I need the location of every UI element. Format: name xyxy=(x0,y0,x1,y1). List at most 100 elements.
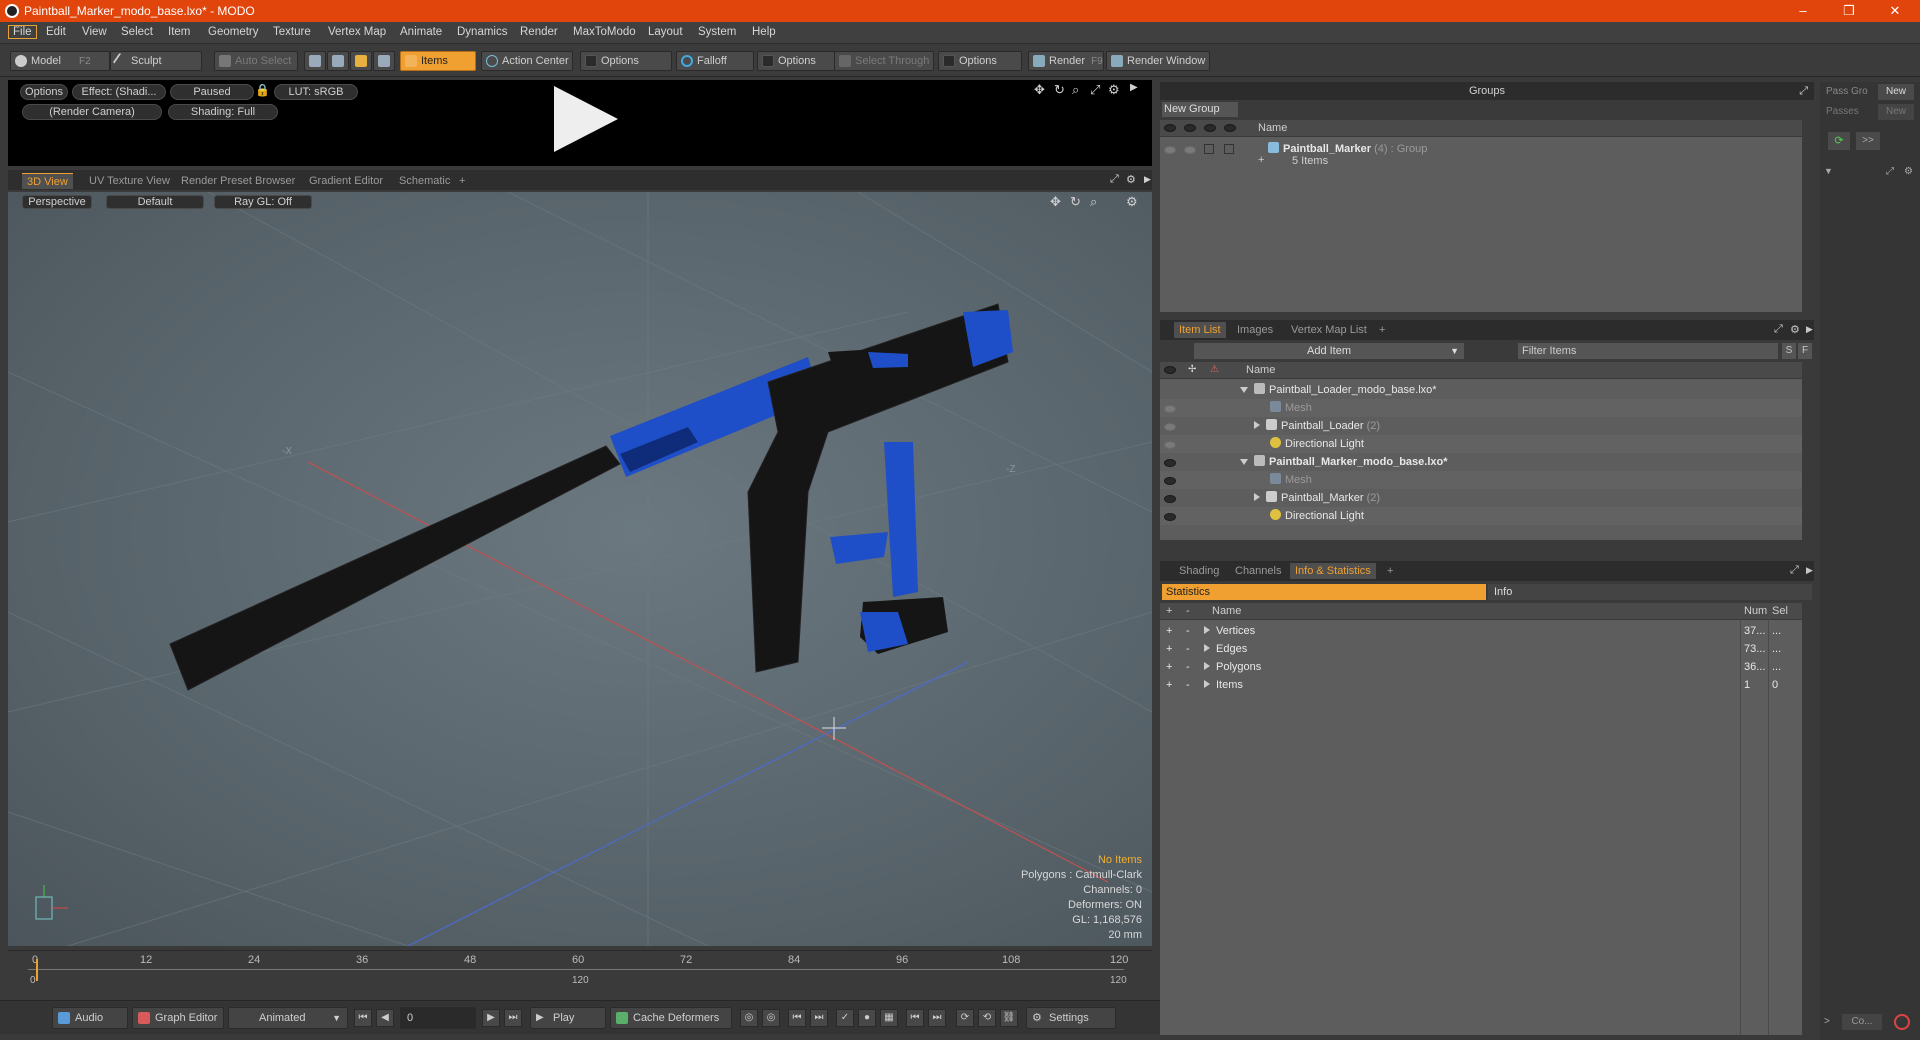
menu-dynamics[interactable]: Dynamics xyxy=(457,26,507,38)
statistics-tab[interactable]: Statistics xyxy=(1162,584,1486,600)
sculpt-mode-button[interactable]: Sculpt xyxy=(110,51,202,71)
stop-icon[interactable] xyxy=(1894,1014,1910,1030)
chevron-right-icon[interactable]: ▶ xyxy=(1806,324,1813,335)
menu-view[interactable]: View xyxy=(82,26,107,38)
visibility-icon[interactable] xyxy=(1164,495,1176,503)
menu-animate[interactable]: Animate xyxy=(400,26,442,38)
tab-item-list[interactable]: Item List xyxy=(1174,322,1226,338)
expand-icon[interactable] xyxy=(1204,644,1210,652)
raygl-dropdown[interactable]: Ray GL: Off xyxy=(214,195,312,209)
model-mode-button[interactable]: Model F2 xyxy=(10,51,110,71)
expand-icon[interactable]: ⤢ xyxy=(1774,323,1783,336)
tab-3d-view[interactable]: 3D View xyxy=(22,173,73,189)
select-through-button[interactable]: Select Through xyxy=(834,51,934,71)
chevron-down-icon[interactable]: ▼ xyxy=(1824,166,1833,176)
stats-row[interactable]: + - Edges 73... ... xyxy=(1160,640,1802,658)
tab-images[interactable]: Images xyxy=(1232,322,1278,338)
visibility-icon[interactable] xyxy=(1164,477,1176,485)
gear-icon[interactable]: ⚙ xyxy=(1904,166,1913,177)
menu-texture[interactable]: Texture xyxy=(273,26,311,38)
gear-icon[interactable]: ⚙ xyxy=(1108,82,1120,98)
timeline-playhead[interactable] xyxy=(36,959,38,981)
stats-row[interactable]: + - Items 1 0 xyxy=(1160,676,1802,694)
step-forward-button[interactable]: ▶ xyxy=(482,1009,500,1027)
expand-icon[interactable] xyxy=(1254,493,1260,501)
key-all-button[interactable]: ▦ xyxy=(880,1009,898,1027)
go-to-end-button[interactable]: ⏭ xyxy=(504,1009,522,1027)
tab-schematic[interactable]: Schematic xyxy=(394,173,455,189)
group-row[interactable]: Paintball_Marker (4) : Group xyxy=(1160,140,1802,158)
menu-maxtomodo[interactable]: MaxToModo xyxy=(573,26,636,38)
add-tab-button[interactable]: + xyxy=(1374,322,1390,338)
next-key-button[interactable]: ⏭ xyxy=(810,1009,828,1027)
lock-checkbox[interactable] xyxy=(1204,144,1214,154)
shading-dropdown[interactable]: Shading: Full xyxy=(168,104,278,120)
list-item[interactable]: Paintball_Marker (2) xyxy=(1160,489,1802,507)
auto-key-icon[interactable]: ◎ xyxy=(762,1009,780,1027)
f-button[interactable]: F xyxy=(1798,343,1812,359)
action-center-options-button[interactable]: Options xyxy=(580,51,672,71)
sync-button[interactable]: ⟲ xyxy=(978,1009,996,1027)
visibility-icon[interactable] xyxy=(1164,441,1176,449)
expand-icon[interactable]: ⤢ xyxy=(1790,564,1799,577)
add-icon[interactable]: + xyxy=(1166,640,1172,658)
menu-select[interactable]: Select xyxy=(121,26,153,38)
refresh-icon[interactable]: ⟳ xyxy=(1828,132,1850,150)
tab-vertex-map-list[interactable]: Vertex Map List xyxy=(1286,322,1372,338)
menu-vertex-map[interactable]: Vertex Map xyxy=(328,26,386,38)
menu-system[interactable]: System xyxy=(698,26,736,38)
lut-dropdown[interactable]: LUT: sRGB xyxy=(274,84,358,100)
range-end-button[interactable]: ⏭ xyxy=(928,1009,946,1027)
menu-render[interactable]: Render xyxy=(520,26,558,38)
list-item[interactable]: Paintball_Loader_modo_base.lxo* xyxy=(1160,381,1802,399)
zoom-icon[interactable]: ⌕ xyxy=(1090,194,1097,210)
orbit-icon[interactable]: ↻ xyxy=(1070,194,1081,210)
list-item[interactable]: Directional Light xyxy=(1160,435,1802,453)
list-item[interactable]: Paintball_Marker_modo_base.lxo* xyxy=(1160,453,1802,471)
tab-render-preset-browser[interactable]: Render Preset Browser xyxy=(176,173,300,189)
menu-item[interactable]: Item xyxy=(168,26,190,38)
remove-icon[interactable]: - xyxy=(1186,640,1190,658)
menu-layout[interactable]: Layout xyxy=(648,26,683,38)
visibility-icon[interactable] xyxy=(1164,459,1176,467)
select-vertices-button[interactable] xyxy=(304,51,326,71)
new-pass-button[interactable]: New xyxy=(1878,104,1914,120)
action-center-button[interactable]: Action Center xyxy=(481,51,573,71)
select-materials-button[interactable] xyxy=(373,51,395,71)
visibility-icon[interactable] xyxy=(1164,405,1176,413)
stats-row[interactable]: + - Polygons 36... ... xyxy=(1160,658,1802,676)
link-button[interactable]: ⛓ xyxy=(1000,1009,1018,1027)
more-button[interactable]: >> xyxy=(1856,132,1880,150)
add-item-dropdown[interactable]: Add Item ▼ xyxy=(1194,343,1464,359)
tab-uv-texture-view[interactable]: UV Texture View xyxy=(84,173,175,189)
chevron-right-icon[interactable]: ▶ xyxy=(1806,565,1813,576)
step-back-button[interactable]: ◀ xyxy=(376,1009,394,1027)
chevron-right-icon[interactable]: ▶ xyxy=(1130,82,1138,93)
key-icon[interactable]: ◎ xyxy=(740,1009,758,1027)
close-button[interactable]: ✕ xyxy=(1872,0,1918,22)
falloff-options-button[interactable]: Options xyxy=(757,51,835,71)
co-button[interactable]: Co... xyxy=(1842,1014,1882,1030)
select-polygons-button[interactable] xyxy=(350,51,372,71)
expand-icon[interactable]: ⤢ xyxy=(1090,82,1100,98)
add-tab-button[interactable]: + xyxy=(1382,563,1398,579)
default-shading-dropdown[interactable]: Default xyxy=(106,195,204,209)
preview-effect-dropdown[interactable]: Effect: (Shadi... xyxy=(72,84,166,100)
render-button[interactable]: Render F9 xyxy=(1028,51,1104,71)
expand-icon[interactable] xyxy=(1204,662,1210,670)
menu-edit[interactable]: Edit xyxy=(46,26,66,38)
render-window-button[interactable]: Render Window xyxy=(1106,51,1210,71)
expand-icon[interactable] xyxy=(1204,680,1210,688)
menu-geometry[interactable]: Geometry xyxy=(208,26,259,38)
3d-viewport[interactable]: Perspective Default Ray GL: Off ✥ ↻ ⌕ ⚙ … xyxy=(8,192,1152,946)
auto-select-button[interactable]: Auto Select xyxy=(214,51,298,71)
expand-icon[interactable]: ⤢ xyxy=(1799,82,1808,100)
lock-icon[interactable]: 🔒 xyxy=(255,83,270,97)
move-icon[interactable]: ✥ xyxy=(1034,82,1045,98)
expand-icon[interactable] xyxy=(1254,421,1260,429)
select-checkbox[interactable] xyxy=(1224,144,1234,154)
prev-key-button[interactable]: ⏮ xyxy=(788,1009,806,1027)
remove-icon[interactable]: - xyxy=(1186,676,1190,694)
items-mode-button[interactable]: Items xyxy=(400,51,476,71)
go-to-start-button[interactable]: ⏮ xyxy=(354,1009,372,1027)
